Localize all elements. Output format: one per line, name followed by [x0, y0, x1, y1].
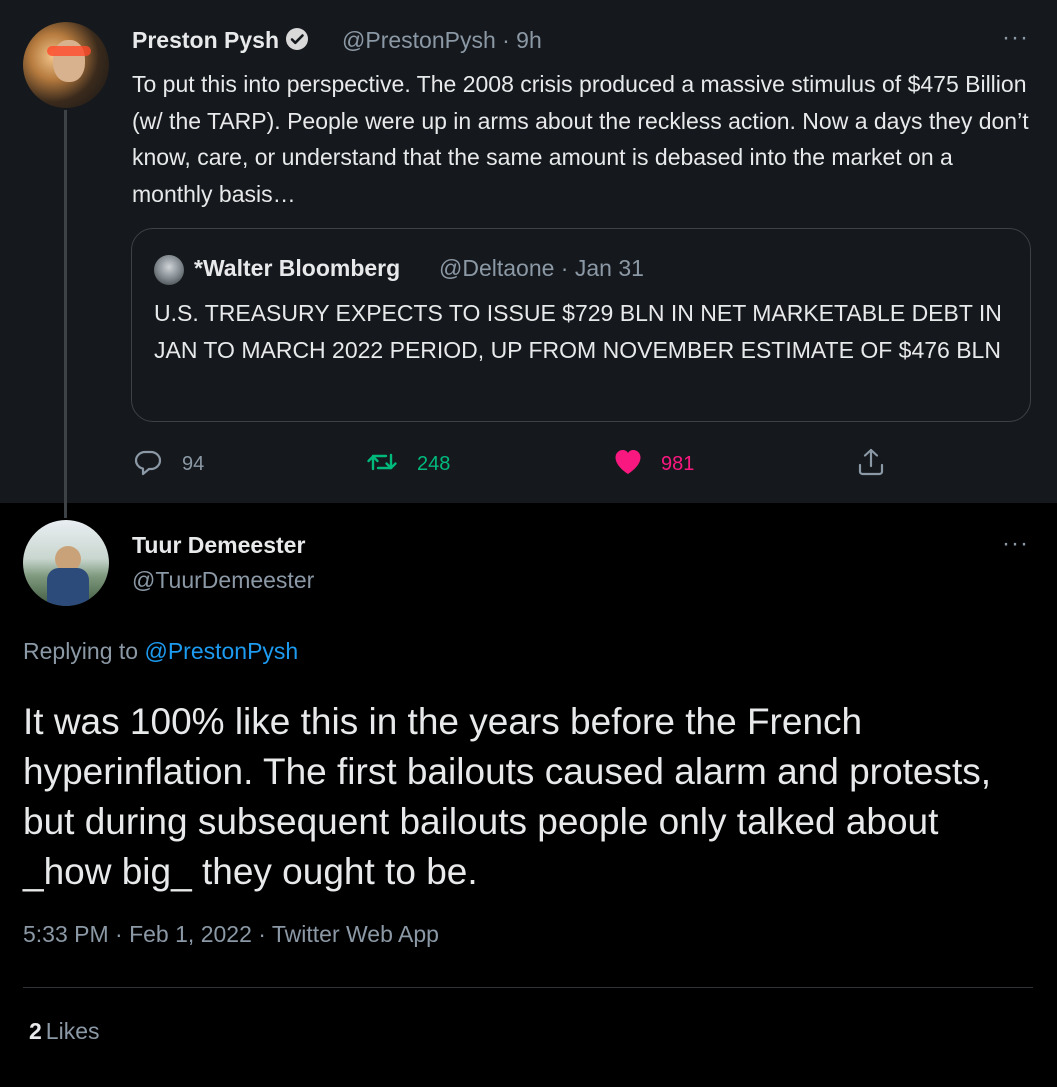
quoted-avatar — [154, 255, 184, 285]
heart-icon — [613, 447, 643, 482]
author-handle[interactable]: @TuurDemeester — [132, 567, 314, 594]
share-icon — [855, 446, 887, 483]
avatar[interactable] — [23, 22, 109, 108]
more-options-button[interactable]: ··· — [1002, 24, 1029, 52]
tweet-timestamp[interactable]: 5:33 PM · Feb 1, 2022 · Twitter Web App — [23, 921, 439, 948]
author-handle-time[interactable]: @PrestonPysh · 9h — [342, 27, 542, 54]
reply-icon — [132, 446, 164, 483]
like-button[interactable]: 981 — [613, 448, 694, 480]
replying-to-mention-link[interactable]: @PrestonPysh — [144, 638, 298, 664]
retweet-button[interactable]: 248 — [365, 448, 450, 480]
tweet-text: To put this into perspective. The 2008 c… — [132, 71, 1029, 207]
likes-label: Likes — [45, 1018, 100, 1044]
author-name-text[interactable]: Preston Pysh — [132, 27, 279, 53]
verified-badge-icon — [285, 27, 309, 57]
likes-count: 2 — [29, 1018, 42, 1044]
reply-button[interactable]: 94 — [132, 448, 204, 480]
reply-count: 94 — [182, 452, 205, 475]
quoted-tweet-text: U.S. TREASURY EXPECTS TO ISSUE $729 BLN … — [154, 300, 1002, 363]
more-options-button[interactable]: ··· — [1002, 530, 1029, 558]
thread-connector-line — [64, 110, 67, 518]
avatar[interactable] — [23, 520, 109, 606]
replying-to: Replying to @PrestonPysh — [23, 638, 298, 665]
author-name[interactable]: Preston Pysh — [132, 27, 309, 57]
retweet-count: 248 — [417, 452, 451, 475]
like-count: 981 — [661, 452, 695, 475]
quoted-author-name: *Walter Bloomberg — [194, 255, 401, 281]
quoted-tweet-card[interactable]: *Walter Bloomberg @Deltaone · Jan 31 U.S… — [131, 228, 1031, 422]
share-button[interactable] — [855, 448, 887, 480]
divider — [23, 987, 1033, 988]
tweet-text: It was 100% like this in the years befor… — [23, 701, 991, 892]
replying-to-label: Replying to — [23, 638, 145, 664]
quoted-handle-time: @Deltaone · Jan 31 — [439, 255, 644, 281]
author-name[interactable]: Tuur Demeester — [132, 532, 305, 559]
likes-stat-link[interactable]: 2 Likes — [29, 1018, 100, 1045]
retweet-icon — [365, 446, 399, 483]
